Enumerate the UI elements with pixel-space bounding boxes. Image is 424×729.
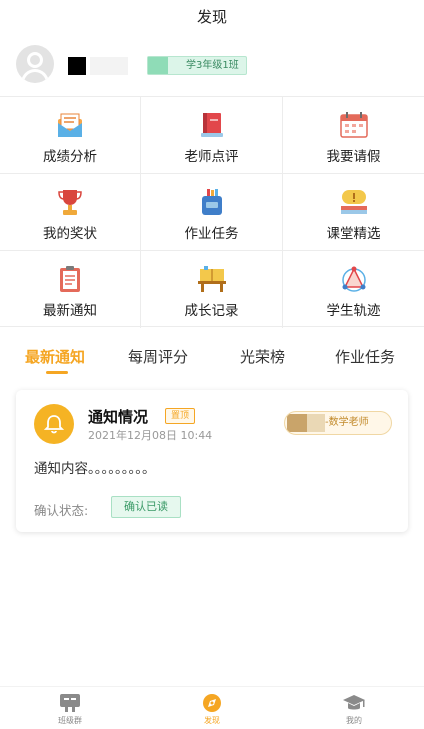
class-highlight-icon	[340, 190, 367, 214]
nav-class-group[interactable]: 班级群	[30, 693, 110, 726]
grid-item-score-analysis[interactable]: 成绩分析	[0, 97, 141, 174]
growth-record-icon	[197, 266, 226, 292]
class-tag-accent	[148, 57, 168, 74]
student-trajectory-icon	[341, 266, 366, 292]
graduation-cap-icon	[343, 695, 365, 710]
nav-label: 我的	[346, 716, 362, 725]
nav-mine[interactable]: 我的	[314, 693, 394, 726]
notice-bell-badge	[34, 404, 74, 444]
notice-card[interactable]: 通知情况 置顶 2021年12月08日 10:44 -数学老师 通知内容。。。。…	[16, 390, 408, 532]
grid-item-homework[interactable]: 作业任务	[141, 174, 283, 251]
teacher-role: -数学老师	[325, 417, 369, 428]
score-analysis-icon	[58, 113, 82, 137]
notice-title: 通知情况	[88, 408, 149, 426]
trophy-icon	[58, 190, 82, 215]
grid-item-label: 学生轨迹	[326, 303, 381, 319]
student-name-blur	[90, 57, 128, 75]
teacher-name-blur	[307, 414, 325, 432]
teacher-tag: -数学老师	[284, 411, 392, 435]
tab-weekly-score[interactable]: 每周评分	[128, 346, 188, 367]
grid-item-student-trajectory[interactable]: 学生轨迹	[283, 251, 424, 328]
notice-timestamp: 2021年12月08日 10:44	[88, 429, 213, 442]
grid-item-label: 老师点评	[184, 149, 239, 165]
teacher-comment-icon	[200, 113, 223, 137]
grid-item-awards[interactable]: 我的奖状	[0, 174, 141, 251]
student-name-redacted	[68, 57, 86, 75]
notice-content: 通知内容。。。。。。。。。	[34, 461, 156, 477]
bell-icon	[44, 415, 64, 434]
page-title: 发现	[196, 8, 227, 26]
homework-bag-icon	[201, 189, 222, 215]
avatar-head-shape	[27, 52, 43, 68]
tab-honor-roll[interactable]: 光荣榜	[240, 346, 285, 367]
grid-item-label: 作业任务	[184, 226, 239, 242]
tab-latest-notice[interactable]: 最新通知	[25, 346, 85, 367]
grid-item-label: 我要请假	[326, 149, 381, 165]
class-tag-label: 学3年级1班	[186, 60, 239, 71]
feature-grid: 成绩分析 老师点评 我要请假 我的奖状 作业任务 课堂精选 最新通知 成长记录 …	[0, 96, 424, 328]
grid-item-label: 成绩分析	[43, 149, 97, 165]
grid-item-label: 最新通知	[43, 303, 97, 319]
nav-label: 班级群	[58, 716, 82, 725]
calendar-leave-icon	[339, 112, 368, 138]
tab-homework[interactable]: 作业任务	[335, 346, 395, 367]
nav-label: 发现	[204, 716, 220, 725]
discover-compass-icon	[203, 694, 221, 712]
avatar[interactable]	[16, 45, 54, 83]
class-tag: 学3年级1班	[147, 56, 247, 75]
bottom-nav: 班级群 发现 我的	[0, 686, 424, 729]
grid-item-label: 我的奖状	[43, 226, 97, 242]
confirm-status-badge[interactable]: 确认已读	[111, 496, 181, 518]
teacher-name-blur	[287, 414, 307, 432]
grid-item-class-highlights[interactable]: 课堂精选	[283, 174, 424, 251]
avatar-body-shape	[21, 69, 49, 83]
grid-item-label: 课堂精选	[326, 226, 381, 242]
pinned-badge: 置顶	[165, 408, 196, 424]
grid-item-growth-record[interactable]: 成长记录	[141, 251, 283, 328]
profile-bar[interactable]: 学3年级1班	[0, 40, 424, 92]
grid-item-label: 成长记录	[184, 303, 239, 319]
confirm-status-label: 确认状态:	[34, 503, 89, 518]
class-group-icon	[60, 694, 80, 712]
active-tab-indicator	[46, 371, 68, 374]
grid-item-latest-notice[interactable]: 最新通知	[0, 251, 141, 328]
grid-item-leave-request[interactable]: 我要请假	[283, 97, 424, 174]
grid-item-teacher-comment[interactable]: 老师点评	[141, 97, 283, 174]
nav-discover[interactable]: 发现	[172, 693, 252, 726]
tab-bar: 最新通知 每周评分 光荣榜 作业任务	[0, 340, 424, 376]
clipboard-notice-icon	[60, 266, 80, 292]
